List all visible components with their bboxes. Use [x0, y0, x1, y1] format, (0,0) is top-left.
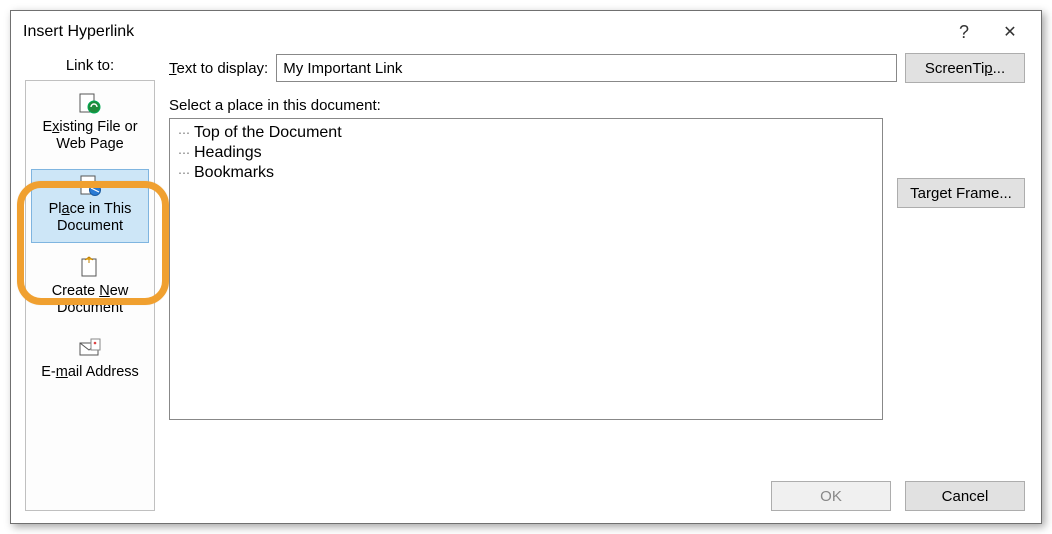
tree-handle-icon: ⋯ — [178, 146, 190, 160]
tree-item[interactable]: ⋯ Top of the Document — [178, 123, 874, 143]
link-to-email[interactable]: E-mail Address — [31, 332, 149, 388]
text-to-display-label: Text to display: — [169, 60, 268, 77]
tree-item[interactable]: ⋯ Headings — [178, 143, 874, 163]
tree-handle-icon: ⋯ — [178, 126, 190, 140]
help-button[interactable]: ? — [941, 17, 987, 47]
document-places-tree[interactable]: ⋯ Top of the Document ⋯ Headings ⋯ Bookm… — [169, 118, 883, 420]
target-frame-button[interactable]: Target Frame... — [897, 178, 1025, 208]
existing-file-icon — [77, 92, 103, 116]
dialog-title: Insert Hyperlink — [23, 23, 941, 41]
screentip-button[interactable]: ScreenTip... — [905, 53, 1025, 83]
link-to-place-in-document[interactable]: Place in This Document — [31, 169, 149, 243]
tree-handle-icon: ⋯ — [178, 166, 190, 180]
select-place-label: Select a place in this document: — [169, 97, 1025, 114]
insert-hyperlink-dialog: Insert Hyperlink ? ✕ Link to: Existing F — [10, 10, 1042, 524]
link-to-create-new[interactable]: Create New Document — [31, 251, 149, 325]
link-to-label: Link to: — [25, 53, 155, 80]
place-in-document-icon — [77, 174, 103, 198]
tree-item[interactable]: ⋯ Bookmarks — [178, 163, 874, 183]
create-new-icon — [77, 256, 103, 280]
text-to-display-input[interactable]: My Important Link — [276, 54, 897, 82]
ok-button[interactable]: OK — [771, 481, 891, 511]
link-to-existing-file[interactable]: Existing File or Web Page — [31, 87, 149, 161]
link-to-sidebar: Link to: Existing File or Web Page — [25, 53, 155, 511]
titlebar: Insert Hyperlink ? ✕ — [11, 11, 1041, 53]
email-icon — [77, 337, 103, 361]
cancel-button[interactable]: Cancel — [905, 481, 1025, 511]
close-button[interactable]: ✕ — [987, 17, 1033, 47]
